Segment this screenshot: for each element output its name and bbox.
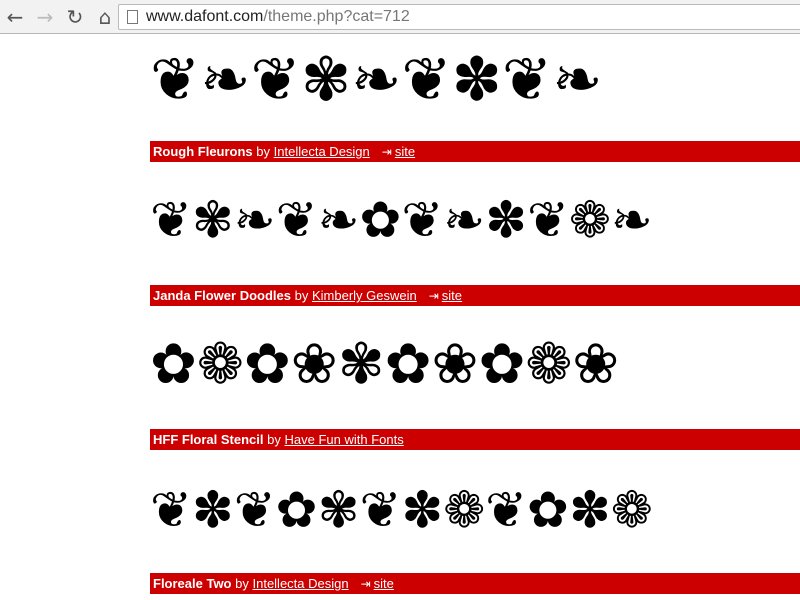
font-name[interactable]: HFF Floral Stencil — [153, 432, 264, 447]
author-link[interactable]: Intellecta Design — [274, 144, 370, 159]
font-preview[interactable]: ❦✽❦✿✾❦✽❁❦✿✽❁ — [150, 470, 800, 550]
reload-icon[interactable]: ↻ — [60, 0, 90, 34]
browser-toolbar: ← → ↻ ⌂ www.dafont.com/theme.php?cat=712 — [0, 0, 800, 34]
external-link-icon: ⇥ — [360, 577, 371, 591]
font-preview[interactable]: ❦❧❦✾❧❦✽❦❧ — [150, 40, 800, 120]
external-link-icon: ⇥ — [381, 145, 392, 159]
url-host: www.dafont.com — [146, 8, 264, 25]
site-link[interactable]: site — [395, 144, 415, 159]
font-name[interactable]: Rough Fleurons — [153, 144, 253, 159]
by-label: by — [235, 576, 249, 591]
font-banner: Janda Flower Doodles by Kimberly Geswein… — [150, 285, 800, 306]
font-banner: HFF Floral Stencil by Have Fun with Font… — [150, 429, 800, 450]
page-icon — [127, 10, 138, 24]
by-label: by — [294, 288, 309, 303]
font-preview[interactable]: ❦✾❧❦❧✿❦❧✽❦❁❧ — [150, 180, 800, 260]
by-label: by — [267, 432, 281, 447]
forward-arrow-icon[interactable]: → — [30, 0, 60, 34]
page-content: ❦❧❦✾❧❦✽❦❧ Rough Fleurons by Intellecta D… — [0, 35, 800, 600]
font-name[interactable]: Janda Flower Doodles — [153, 288, 291, 303]
author-link[interactable]: Intellecta Design — [252, 576, 348, 591]
font-preview[interactable]: ✿❁✿❀✾✿❀✿❁❀ — [150, 325, 800, 405]
back-arrow-icon[interactable]: ← — [0, 0, 30, 34]
site-link[interactable]: site — [442, 288, 462, 303]
site-link[interactable]: site — [374, 576, 394, 591]
author-link[interactable]: Have Fun with Fonts — [285, 432, 404, 447]
font-name[interactable]: Floreale Two — [153, 576, 232, 591]
external-link-icon: ⇥ — [428, 289, 439, 303]
address-bar[interactable]: www.dafont.com/theme.php?cat=712 — [118, 4, 800, 30]
home-icon[interactable]: ⌂ — [90, 0, 120, 34]
author-link[interactable]: Kimberly Geswein — [312, 288, 417, 303]
by-label: by — [256, 144, 271, 159]
url-path: /theme.php?cat=712 — [263, 8, 410, 25]
font-banner: Floreale Two by Intellecta Design ⇥ site — [150, 573, 800, 594]
font-banner: Rough Fleurons by Intellecta Design ⇥ site — [150, 141, 800, 162]
